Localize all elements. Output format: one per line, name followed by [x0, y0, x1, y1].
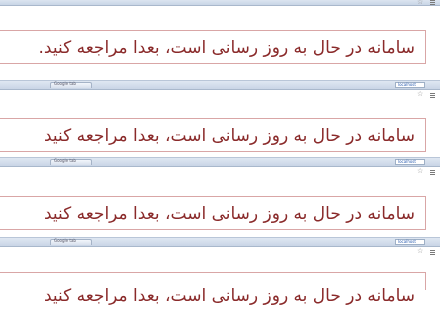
tab-label: Google tab	[54, 238, 76, 243]
maintenance-message-box-1: سامانه در حال به روز رسانی است، بعدا مرا…	[0, 30, 426, 64]
browser-tab[interactable]: Google tab	[50, 81, 92, 88]
browser-toolbar-3: Google tab localhost	[0, 157, 440, 167]
tab-label: Google tab	[54, 158, 76, 163]
browser-toolbar-1: ☆	[0, 0, 440, 6]
browser-tab[interactable]: Google tab	[50, 158, 92, 165]
browser-toolbar-2: Google tab localhost	[0, 80, 440, 90]
maintenance-message-4: سامانه در حال به روز رسانی است، بعدا مرا…	[43, 286, 415, 306]
star-icon[interactable]: ☆	[417, 247, 423, 255]
maintenance-message-box-4: سامانه در حال به روز رسانی است، بعدا مرا…	[0, 272, 426, 306]
address-text: localhost	[398, 82, 416, 87]
menu-icon[interactable]	[430, 93, 435, 99]
star-icon[interactable]: ☆	[417, 167, 423, 175]
address-bar[interactable]: localhost	[395, 82, 425, 88]
maintenance-message-3: سامانه در حال به روز رسانی است، بعدا مرا…	[43, 204, 415, 224]
address-bar[interactable]: localhost	[395, 239, 425, 245]
maintenance-message-box-3: سامانه در حال به روز رسانی است، بعدا مرا…	[0, 196, 426, 230]
address-text: localhost	[398, 239, 416, 244]
browser-toolbar-4: Google tab localhost	[0, 237, 440, 247]
menu-icon[interactable]	[430, 0, 435, 6]
menu-icon[interactable]	[430, 170, 435, 176]
menu-icon[interactable]	[430, 250, 435, 256]
maintenance-message-box-2: سامانه در حال به روز رسانی است، بعدا مرا…	[0, 118, 426, 152]
star-icon[interactable]: ☆	[417, 90, 423, 98]
tab-label: Google tab	[54, 81, 76, 86]
maintenance-message-1: سامانه در حال به روز رسانی است، بعدا مرا…	[38, 38, 415, 58]
address-bar[interactable]: localhost	[395, 159, 425, 165]
maintenance-message-2: سامانه در حال به روز رسانی است، بعدا مرا…	[43, 126, 415, 146]
address-text: localhost	[398, 159, 416, 164]
star-icon[interactable]: ☆	[417, 0, 423, 6]
browser-tab[interactable]: Google tab	[50, 238, 92, 245]
